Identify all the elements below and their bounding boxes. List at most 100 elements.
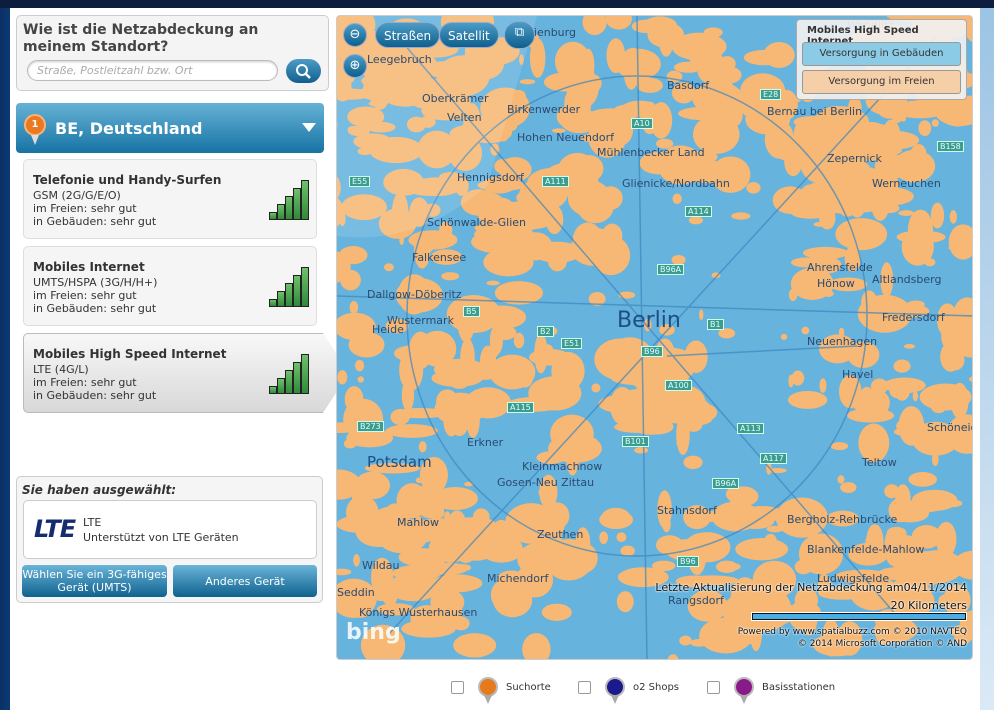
zoom-in-icon: ⊕ bbox=[349, 58, 361, 73]
outdoor-coverage-area bbox=[631, 19, 662, 34]
legend-indoor[interactable]: Versorgung in Gebäuden bbox=[802, 42, 961, 66]
outdoor-coverage-area bbox=[576, 164, 599, 194]
last-update-text: Letzte Aktualisierung der Netzabdeckung … bbox=[655, 581, 967, 594]
service-card[interactable]: Mobiles High Speed Internet LTE (4G/L) i… bbox=[23, 333, 349, 413]
outdoor-coverage-area bbox=[741, 505, 784, 523]
outdoor-coverage-area bbox=[746, 182, 761, 194]
choose-3g-device-button[interactable]: Wählen Sie ein 3G-fähiges Gerät (UMTS) bbox=[22, 565, 167, 597]
outdoor-coverage-area bbox=[545, 502, 570, 530]
outdoor-coverage-area bbox=[788, 288, 798, 302]
outdoor-coverage-area bbox=[539, 247, 558, 254]
outdoor-coverage-area bbox=[415, 477, 423, 484]
outdoor-coverage-area bbox=[678, 106, 730, 121]
outdoor-coverage-area bbox=[733, 494, 750, 505]
map-place-label: Zepernick bbox=[827, 152, 882, 165]
outdoor-coverage-area bbox=[616, 532, 627, 543]
outdoor-coverage-area bbox=[898, 210, 915, 216]
outdoor-coverage-area bbox=[918, 120, 932, 137]
outdoor-coverage-area bbox=[512, 594, 521, 610]
outdoor-coverage-area bbox=[634, 447, 649, 454]
outdoor-coverage-area bbox=[672, 193, 682, 205]
outdoor-coverage-area bbox=[857, 199, 874, 213]
outdoor-coverage-area bbox=[625, 73, 637, 83]
chevron-down-icon bbox=[302, 123, 316, 132]
outdoor-coverage-area bbox=[450, 379, 468, 389]
outdoor-coverage-area bbox=[599, 531, 609, 545]
road-shield: A10 bbox=[631, 118, 653, 129]
map-place-label: Mahlow bbox=[397, 516, 439, 529]
road-shield: A117 bbox=[760, 453, 787, 464]
outdoor-coverage-area bbox=[931, 452, 939, 467]
outdoor-coverage-area bbox=[443, 511, 451, 526]
outdoor-coverage-area bbox=[699, 309, 704, 321]
outdoor-coverage-area bbox=[601, 507, 631, 527]
search-button[interactable] bbox=[286, 59, 321, 83]
outdoor-coverage-area bbox=[930, 399, 947, 414]
signal-bar bbox=[301, 354, 309, 394]
outdoor-coverage-area bbox=[813, 221, 827, 227]
filter-checkbox[interactable] bbox=[707, 680, 720, 694]
signal-strength-icon bbox=[269, 354, 311, 394]
outdoor-coverage-area bbox=[931, 119, 939, 127]
filter-label: Suchorte bbox=[506, 681, 551, 693]
map-place-label: Königs Wusterhausen bbox=[359, 606, 478, 619]
outdoor-coverage-area bbox=[837, 475, 845, 484]
outdoor-coverage-area bbox=[718, 56, 736, 72]
outdoor-coverage-area bbox=[801, 326, 810, 335]
signal-bar bbox=[301, 267, 309, 307]
road-shield: A115 bbox=[507, 402, 534, 413]
outdoor-coverage-area bbox=[579, 57, 587, 64]
outdoor-coverage-area bbox=[513, 332, 525, 349]
outdoor-coverage-area bbox=[731, 212, 751, 220]
location-dropdown[interactable]: 1 BE, Deutschland bbox=[16, 103, 324, 153]
filter-checkbox[interactable] bbox=[578, 680, 591, 694]
outdoor-coverage-area bbox=[401, 379, 415, 412]
outdoor-coverage-area bbox=[896, 230, 946, 244]
outdoor-coverage-area bbox=[465, 387, 512, 419]
location-label: BE, Deutschland bbox=[55, 119, 203, 138]
zoom-in-button[interactable]: ⊕ bbox=[343, 54, 367, 78]
other-device-button[interactable]: Anderes Gerät bbox=[173, 565, 317, 597]
service-title: Mobiles High Speed Internet bbox=[33, 347, 227, 361]
outdoor-coverage-area bbox=[489, 354, 536, 390]
filter-checkbox[interactable] bbox=[451, 680, 464, 694]
outdoor-coverage-area bbox=[614, 421, 662, 433]
outdoor-coverage-area bbox=[806, 128, 828, 147]
outdoor-coverage-area bbox=[644, 414, 652, 425]
outdoor-coverage-area bbox=[908, 472, 938, 487]
map-pin-icon bbox=[605, 677, 625, 704]
service-tech: GSM (2G/G/E/O) bbox=[33, 189, 121, 202]
outdoor-coverage-area bbox=[383, 263, 394, 272]
road-shield: A114 bbox=[685, 206, 712, 217]
outdoor-coverage-area bbox=[972, 102, 973, 123]
outdoor-coverage-area bbox=[448, 510, 466, 534]
legend-outdoor[interactable]: Versorgung im Freien bbox=[802, 70, 961, 94]
road-shield: E28 bbox=[760, 89, 782, 100]
selected-device: LTE LTE Unterstützt von LTE Geräten bbox=[23, 500, 317, 559]
satellite-button[interactable]: Satellit bbox=[439, 22, 499, 48]
zoom-out-button[interactable]: ⊖ bbox=[343, 23, 367, 47]
outdoor-coverage-area bbox=[569, 543, 598, 573]
road-shield: B96A bbox=[712, 478, 740, 489]
fullscreen-button[interactable]: ⧉ bbox=[504, 21, 535, 49]
signal-bar bbox=[269, 212, 277, 220]
outdoor-coverage-area bbox=[683, 455, 703, 470]
service-card[interactable]: Mobiles Internet UMTS/HSPA (3G/H/H+) im … bbox=[23, 246, 317, 326]
outdoor-coverage-area bbox=[441, 272, 460, 281]
outdoor-coverage-area bbox=[543, 403, 561, 409]
selection-panel: Sie haben ausgewählt: LTE LTE Unterstütz… bbox=[16, 476, 323, 603]
road-shield: A111 bbox=[542, 176, 569, 187]
streets-button[interactable]: Straßen bbox=[375, 22, 441, 48]
service-tech: UMTS/HSPA (3G/H/H+) bbox=[33, 276, 158, 289]
road-shield: B96 bbox=[641, 346, 663, 357]
search-input[interactable]: Straße, Postleitzahl bzw. Ort bbox=[27, 60, 278, 81]
outdoor-coverage-area bbox=[667, 654, 679, 659]
road-shield: B273 bbox=[357, 421, 384, 432]
outdoor-coverage-area bbox=[349, 301, 359, 314]
coverage-map[interactable]: WandlitzOranienburgLeegebruchBasdorfOber… bbox=[336, 15, 973, 660]
map-place-label: Seddin bbox=[337, 586, 375, 599]
map-legend: Mobiles High Speed Internet Versorgung i… bbox=[796, 19, 967, 100]
signal-bar bbox=[285, 370, 293, 394]
service-card[interactable]: Telefonie und Handy-Surfen GSM (2G/G/E/O… bbox=[23, 159, 317, 239]
outdoor-coverage-area bbox=[337, 568, 352, 576]
